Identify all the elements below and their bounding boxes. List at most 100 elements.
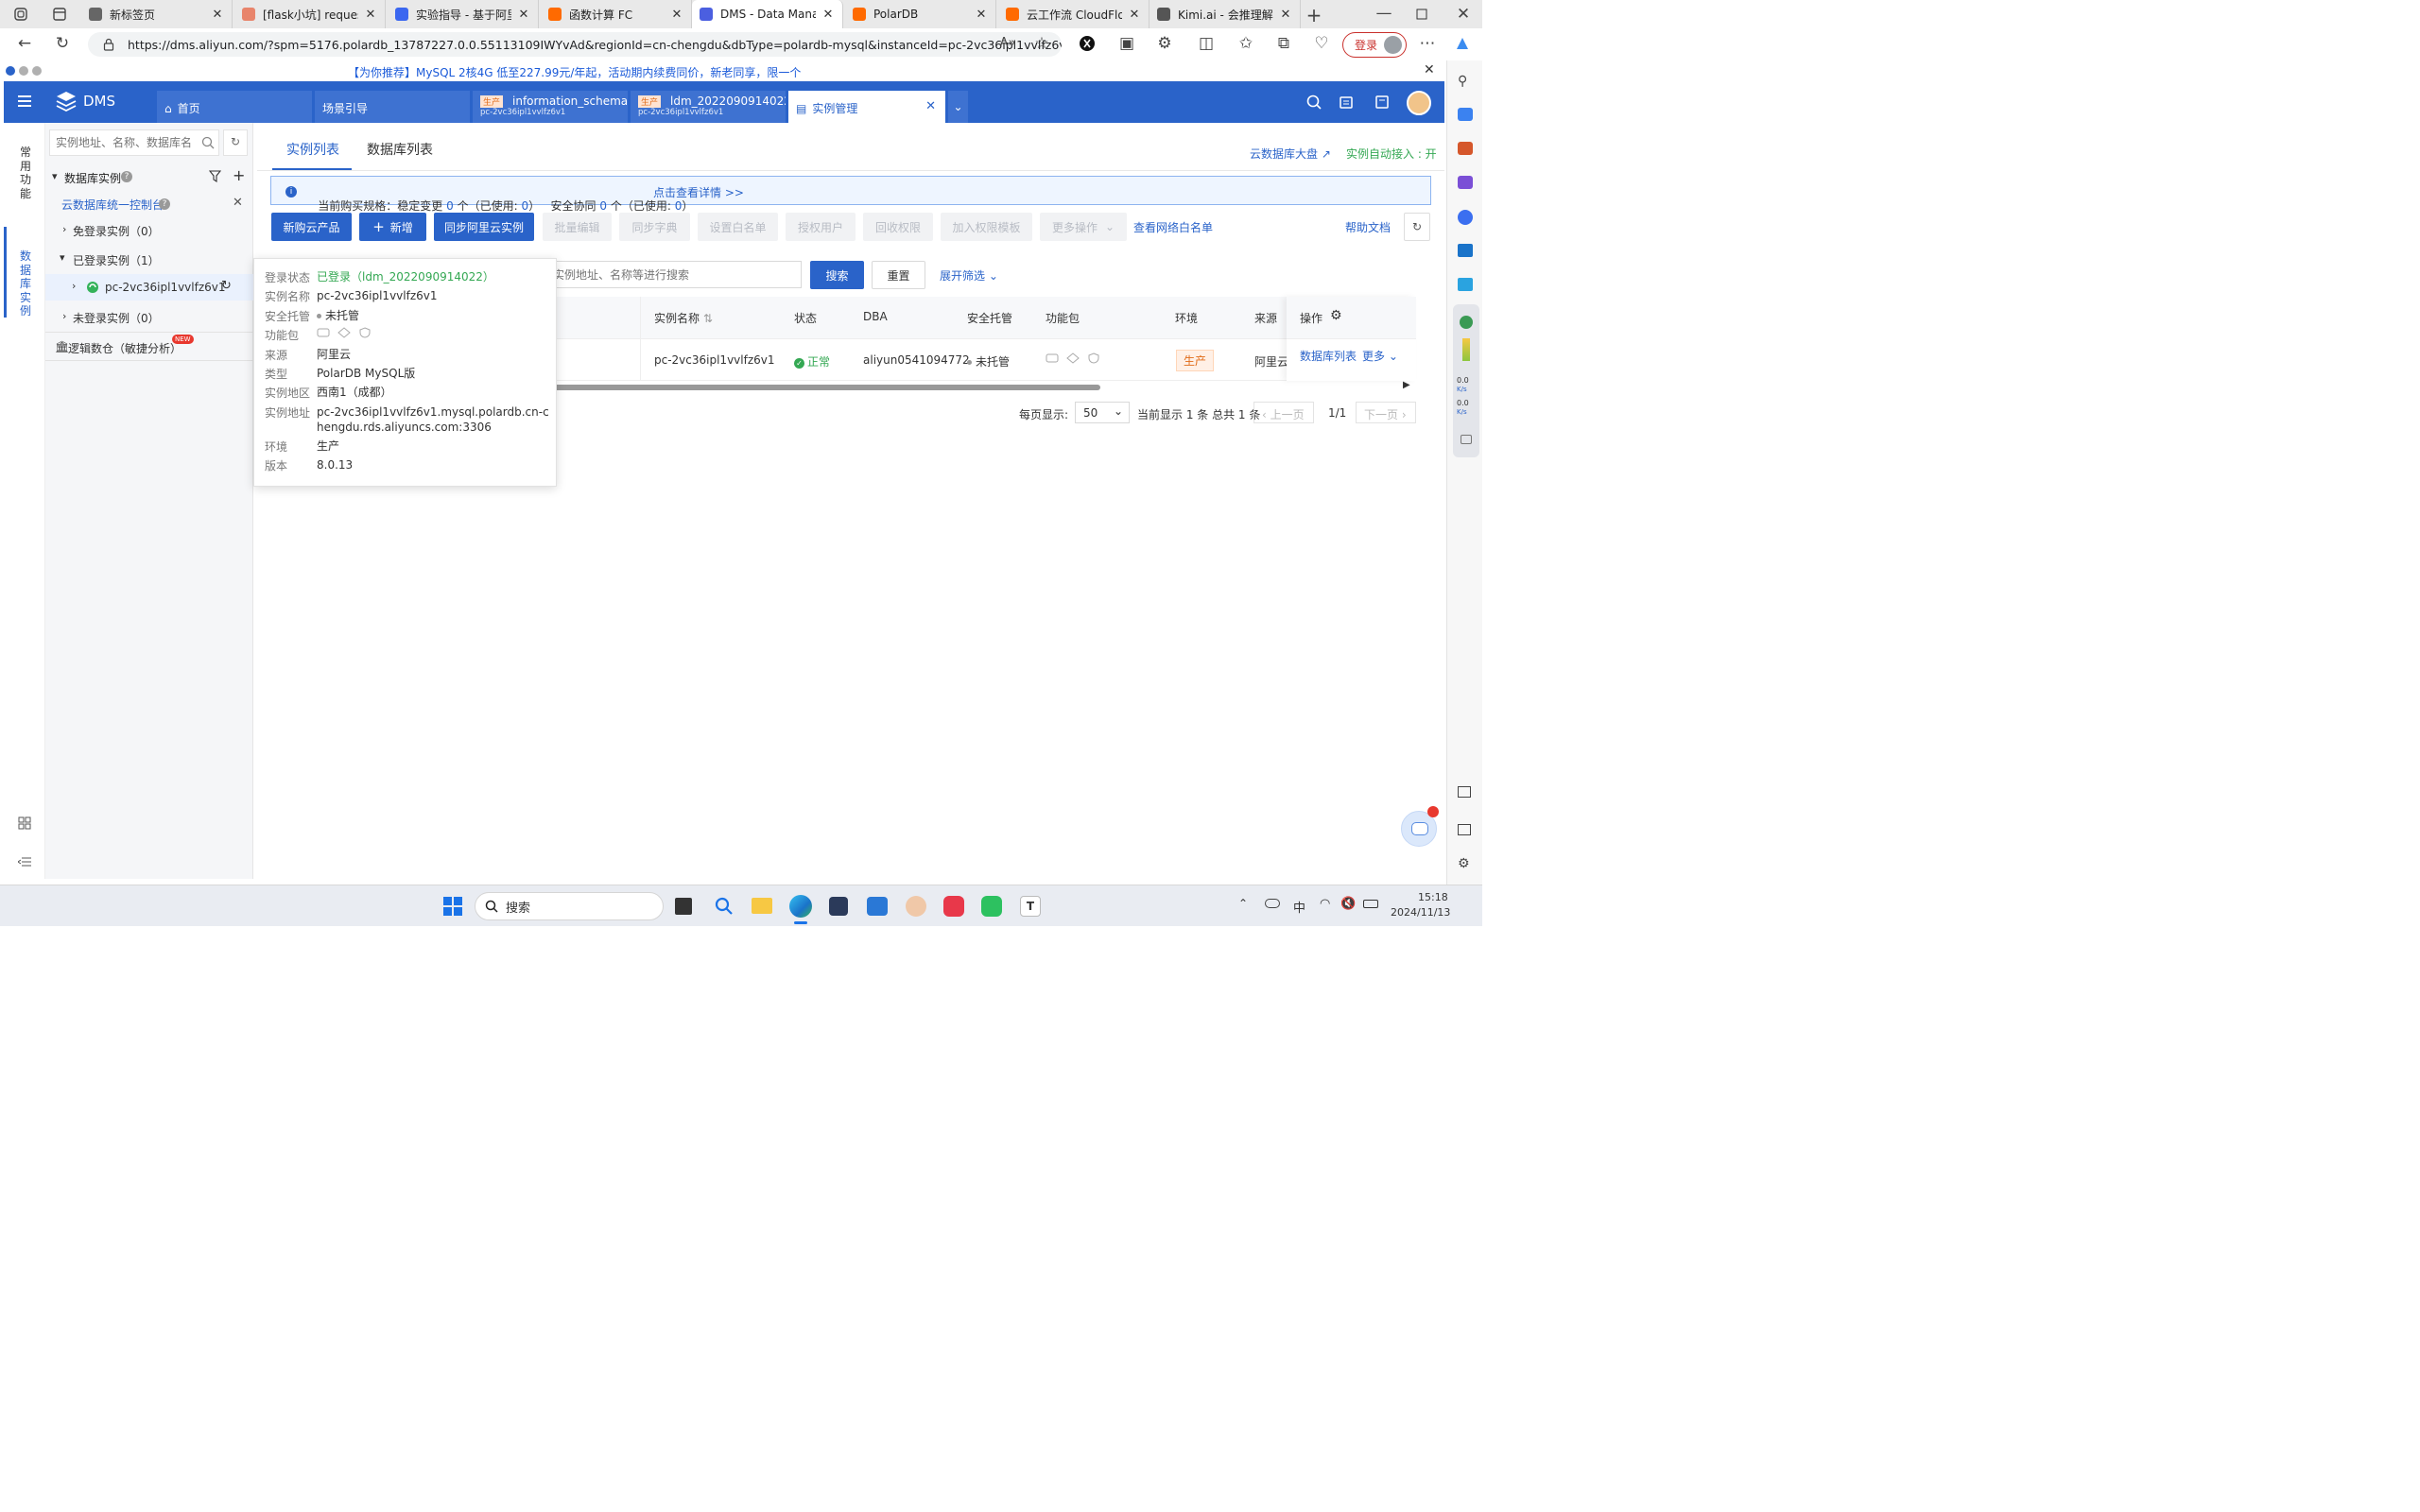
add-permission-template-button[interactable]: 加入权限模板 — [941, 213, 1032, 241]
refresh-instance-icon[interactable]: ↻ — [221, 279, 232, 293]
extensions-icon[interactable]: ⚙ — [1155, 34, 1174, 53]
browser-tab-active[interactable]: DMS - Data Manage ✕ — [692, 0, 843, 28]
sidebar-widget-panel[interactable]: 0.0 K/s 0.0 K/s — [1453, 304, 1479, 457]
search-icon[interactable] — [201, 136, 215, 149]
cloud-db-dashboard-link[interactable]: 云数据库大盘 ↗ — [1250, 146, 1331, 162]
back-icon[interactable]: ← — [13, 34, 36, 53]
wifi-icon[interactable]: ◠ — [1320, 897, 1330, 911]
search-button[interactable]: 搜索 — [810, 261, 864, 289]
tray-cloud-icon[interactable] — [1265, 899, 1280, 908]
instance-search-input[interactable] — [547, 262, 793, 287]
taskbar-search-box[interactable]: 搜索 — [475, 892, 664, 920]
url-bar[interactable]: https://dms.aliyun.com/?spm=5176.polardb… — [88, 32, 1062, 57]
promo-close-icon[interactable]: ✕ — [1424, 62, 1435, 77]
sidebar-telegram-icon[interactable] — [1458, 278, 1473, 291]
health-icon[interactable]: ♡ — [1312, 34, 1331, 53]
expand-filter-link[interactable]: 展开筛选 ⌄ — [940, 267, 998, 284]
browser-tab[interactable]: 函数计算 FC ✕ — [541, 0, 692, 28]
minimize-icon[interactable]: — — [1374, 4, 1393, 23]
dms-tab-instance-mgmt[interactable]: ▤ 实例管理 ✕ — [788, 91, 945, 123]
dms-tab-scene-guide[interactable]: 场景引导 — [315, 91, 470, 123]
collections-icon[interactable]: ▣ — [1117, 34, 1136, 53]
window-close-icon[interactable]: ✕ — [1454, 5, 1473, 24]
close-dms-tab-icon[interactable]: ✕ — [925, 99, 936, 113]
add-instance-button[interactable]: + 新增 — [359, 213, 426, 241]
battery-icon[interactable] — [1363, 900, 1378, 908]
promo-text[interactable]: 【为你推荐】MySQL 2核4G 低至227.99元/年起，活动期内续费同价，新… — [348, 64, 801, 80]
instance-search-box[interactable] — [546, 261, 802, 288]
chevron-down-icon[interactable]: ▾ — [52, 170, 58, 182]
help-docs-link[interactable]: 帮助文档 — [1345, 219, 1391, 235]
set-whitelist-button[interactable]: 设置白名单 — [698, 213, 778, 241]
dms-logo[interactable]: DMS — [55, 91, 115, 112]
browser-tab[interactable]: 云工作流 CloudFlow ✕ — [998, 0, 1150, 28]
reload-icon[interactable]: ↻ — [51, 34, 74, 53]
favorite-star-icon[interactable]: ☆ — [1032, 34, 1051, 53]
view-network-whitelist-link[interactable]: 查看网络白名单 — [1133, 219, 1213, 235]
browser-tab[interactable]: 新标签页 ✕ — [81, 0, 233, 28]
settings-more-icon[interactable]: ⋯ — [1418, 34, 1437, 53]
more-operations-button[interactable]: 更多操作 ⌄ — [1040, 213, 1127, 241]
split-screen-icon[interactable]: ◫ — [1197, 34, 1216, 53]
chevron-right-icon[interactable]: › — [72, 280, 76, 292]
sidebar-layout-icon[interactable] — [1458, 824, 1471, 835]
tabs-dropdown-icon[interactable]: ⌄ — [948, 91, 968, 123]
chevron-right-icon[interactable]: › — [62, 310, 66, 322]
sidebar-settings-icon[interactable]: ⚙ — [1458, 856, 1470, 871]
scroll-right-icon[interactable]: ▶ — [1403, 380, 1410, 390]
sidebar-screenshot-icon[interactable] — [1458, 786, 1471, 798]
edge-browser-icon[interactable] — [789, 895, 812, 918]
file-explorer-icon[interactable] — [752, 898, 772, 914]
assistant-robot-icon[interactable] — [1401, 806, 1439, 847]
per-page-select[interactable]: 50 ⌄ — [1075, 402, 1130, 423]
volume-mute-icon[interactable]: 🔇 — [1340, 897, 1356, 911]
cell-instance-name[interactable]: pc-2vc36ipl1vvlfz6v1 — [654, 353, 775, 367]
help-icon[interactable]: ? — [159, 198, 170, 210]
tree-instance-row[interactable]: › pc-2vc36ipl1vvlfz6v1 ↻ — [45, 274, 253, 301]
tree-refresh-button[interactable]: ↻ — [223, 129, 248, 156]
browser-tab[interactable]: Kimi.ai - 会推理解析 ✕ — [1150, 0, 1301, 28]
tree-search-box[interactable] — [49, 129, 219, 156]
tree-logic-db[interactable]: 逻辑数仓（敏捷分析） — [68, 340, 182, 356]
sidebar-office-icon[interactable] — [1458, 210, 1473, 225]
close-tab-icon[interactable]: ✕ — [975, 8, 988, 22]
workspaces-icon[interactable] — [13, 7, 28, 22]
rail-db-instances[interactable]: 数据库实例 — [19, 249, 32, 318]
th-instance-name[interactable]: 实例名称 ⇅ — [654, 310, 713, 326]
global-search-icon[interactable] — [1306, 94, 1322, 110]
auto-access-toggle[interactable]: 实例自动接入 : 开 — [1346, 146, 1437, 162]
reset-button[interactable]: 重置 — [872, 261, 925, 289]
apps-grid-icon[interactable] — [18, 816, 31, 830]
tree-not-logged[interactable]: 未登录实例（0） — [73, 310, 160, 326]
new-tab-icon[interactable]: + — [1305, 4, 1323, 26]
search-app-icon[interactable] — [715, 897, 734, 916]
scrollbar-thumb[interactable] — [546, 385, 1100, 390]
notice-details-link[interactable]: 点击查看详情 >> — [653, 184, 744, 200]
clock-date[interactable]: 2024/11/13 — [1391, 906, 1450, 919]
sort-icon[interactable]: ⇅ — [703, 312, 713, 325]
menu-hamburger-icon[interactable] — [18, 95, 31, 107]
tree-free-login[interactable]: 免登录实例（0） — [73, 223, 160, 239]
task-view-icon[interactable] — [675, 898, 692, 915]
revoke-permission-button[interactable]: 回收权限 — [863, 213, 933, 241]
app-cat-icon[interactable] — [829, 897, 848, 916]
favorites-icon[interactable]: ✩ — [1236, 34, 1255, 53]
console-link[interactable]: 云数据库统一控制台 — [61, 197, 164, 213]
buy-cloud-product-button[interactable]: 新购云产品 — [271, 213, 352, 241]
main-tab-instances[interactable]: 实例列表 — [286, 140, 339, 159]
close-tab-icon[interactable]: ✕ — [1279, 8, 1292, 22]
sidebar-shopping-icon[interactable] — [1458, 108, 1473, 121]
filter-icon[interactable] — [209, 170, 221, 182]
add-instance-icon[interactable]: + — [233, 166, 245, 184]
rail-common-functions[interactable]: 常用功能 — [19, 146, 32, 200]
browser-tab[interactable]: [flask小坑] request.js ✕ — [234, 0, 386, 28]
column-settings-gear-icon[interactable]: ⚙ — [1330, 308, 1342, 323]
batch-edit-button[interactable]: 批量编辑 — [543, 213, 612, 241]
op-more-link[interactable]: 更多 ⌄ — [1362, 348, 1398, 364]
read-aloud-icon[interactable]: A» — [998, 36, 1017, 50]
chevron-down-icon[interactable]: ▾ — [60, 251, 65, 264]
sidebar-tools-icon[interactable] — [1458, 142, 1473, 155]
next-page-button[interactable]: 下一页 › — [1356, 402, 1416, 423]
app-bird-icon[interactable] — [867, 897, 888, 916]
app-red-icon[interactable] — [943, 896, 964, 917]
